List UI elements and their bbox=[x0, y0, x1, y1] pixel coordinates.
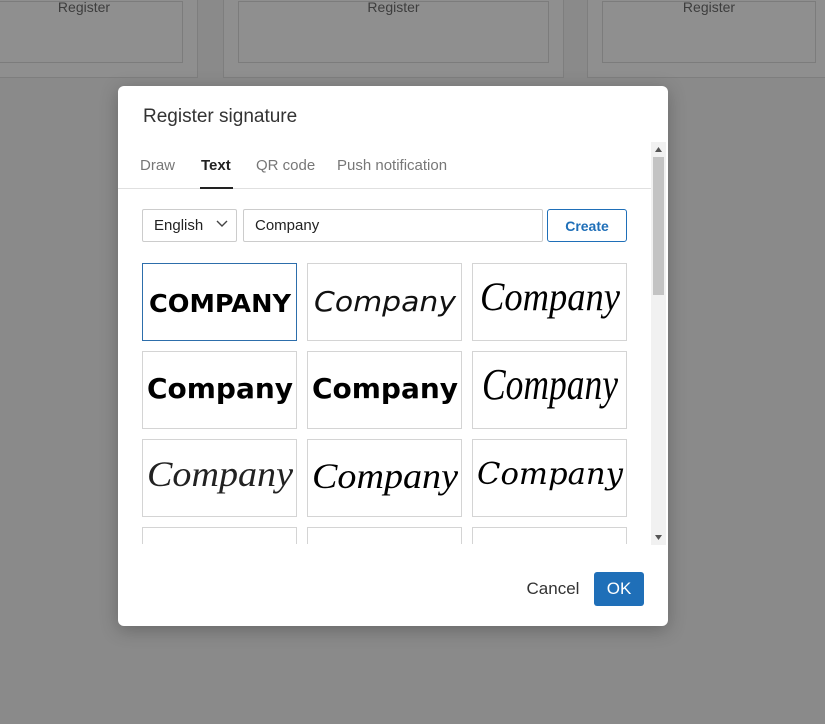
signature-preview-text: Company bbox=[312, 372, 458, 405]
ok-button[interactable]: OK bbox=[594, 572, 644, 606]
signature-option-3[interactable]: Company bbox=[472, 263, 627, 341]
scroll-up-arrow-icon[interactable] bbox=[654, 146, 663, 154]
signature-style-grid: COMPANY Company Company Company Company bbox=[142, 263, 632, 544]
dialog-title: Register signature bbox=[143, 106, 298, 127]
signature-text-input[interactable] bbox=[243, 209, 543, 242]
signature-option-9[interactable]: Company bbox=[472, 439, 627, 517]
background-card-inner: Register bbox=[0, 0, 183, 63]
signature-preview-text: Company bbox=[147, 454, 293, 494]
active-tab-indicator bbox=[200, 187, 233, 189]
tab-bar: Draw Text QR code Push notification bbox=[118, 152, 652, 189]
signature-preview-text: Company bbox=[477, 457, 624, 492]
signature-preview-text: Company bbox=[312, 456, 458, 496]
language-select[interactable]: English bbox=[142, 209, 237, 242]
signature-option-5[interactable]: Company bbox=[307, 351, 462, 429]
signature-preview-text: Company bbox=[482, 360, 618, 409]
signature-option-10[interactable] bbox=[142, 527, 297, 544]
signature-grid-scrollbar[interactable] bbox=[651, 142, 666, 545]
create-button[interactable]: Create bbox=[547, 209, 627, 242]
signature-option-12[interactable] bbox=[472, 527, 627, 544]
signature-preview-text: Company bbox=[480, 274, 620, 319]
signature-option-4[interactable]: Company bbox=[142, 351, 297, 429]
register-signature-dialog: Register signature Draw Text QR code Pus… bbox=[118, 86, 668, 626]
tab-qr-code[interactable]: QR code bbox=[256, 157, 315, 174]
signature-preview-text: COMPANY bbox=[149, 289, 292, 318]
scroll-down-arrow-icon[interactable] bbox=[654, 533, 663, 541]
tab-text[interactable]: Text bbox=[201, 157, 231, 174]
tab-draw[interactable]: Draw bbox=[140, 157, 175, 174]
background-card-3: Register bbox=[587, 0, 825, 78]
signature-option-1[interactable]: COMPANY bbox=[142, 263, 297, 341]
cancel-button[interactable]: Cancel bbox=[517, 572, 589, 606]
signature-option-7[interactable]: Company bbox=[142, 439, 297, 517]
language-select-value: English bbox=[154, 217, 204, 234]
signature-preview-text: Company bbox=[314, 285, 456, 318]
background-card-2: Register bbox=[223, 0, 564, 78]
tab-push-notification[interactable]: Push notification bbox=[337, 157, 447, 174]
scrollbar-thumb[interactable] bbox=[653, 157, 664, 295]
signature-option-6[interactable]: Company bbox=[472, 351, 627, 429]
background-card-label: Register bbox=[367, 0, 420, 15]
background-card-1: Register bbox=[0, 0, 198, 78]
signature-option-11[interactable] bbox=[307, 527, 462, 544]
chevron-down-icon bbox=[216, 220, 228, 227]
background-card-inner: Register bbox=[602, 0, 816, 63]
signature-option-8[interactable]: Company bbox=[307, 439, 462, 517]
background-card-label: Register bbox=[57, 0, 111, 15]
background-card-inner: Register bbox=[238, 0, 549, 63]
signature-option-2[interactable]: Company bbox=[307, 263, 462, 341]
signature-preview-text: Company bbox=[147, 372, 293, 405]
background-card-label: Register bbox=[682, 0, 736, 15]
